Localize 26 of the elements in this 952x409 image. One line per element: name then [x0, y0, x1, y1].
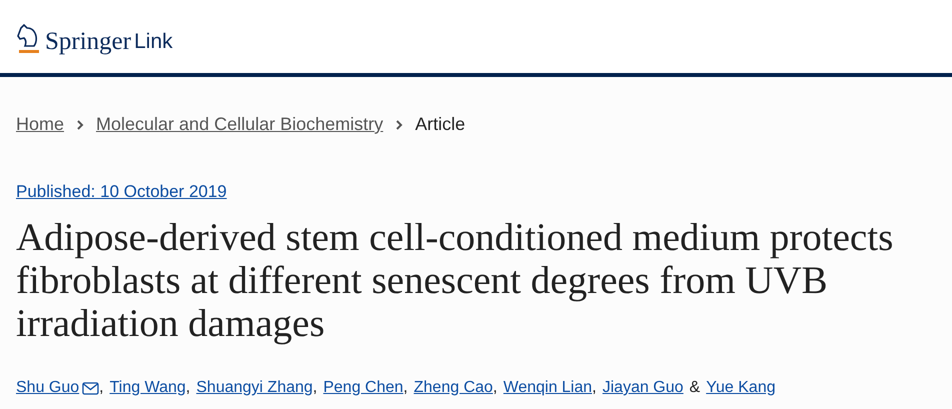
logo-wordmark[interactable]: Springer — [45, 28, 132, 54]
author-link[interactable]: Jiayan Guo — [602, 379, 684, 397]
author-link[interactable]: Peng Chen — [323, 379, 404, 397]
breadcrumb-link[interactable]: Home — [16, 114, 64, 135]
horse-head-icon[interactable] — [17, 24, 39, 54]
author-link[interactable]: Shuangyi Zhang — [196, 379, 313, 397]
logo-suffix[interactable]: Link — [134, 30, 173, 54]
separator: & — [689, 379, 700, 397]
author-link[interactable]: Ting Wang — [110, 379, 186, 397]
author-link[interactable]: Zheng Cao — [414, 379, 493, 397]
breadcrumb-current: Article — [415, 114, 466, 135]
article-title: Adipose-derived stem cell-conditioned medium protects fibroblasts at different senescent degrees from UVB irradiation damages — [16, 216, 894, 345]
separator: , — [592, 379, 596, 397]
chevron-icon — [76, 120, 84, 130]
separator: , — [403, 379, 408, 397]
breadcrumb-link[interactable]: Molecular and Cellular Biochemistry — [96, 114, 384, 135]
envelope-icon[interactable] — [82, 382, 100, 394]
separator: , — [492, 379, 498, 397]
separator: , — [312, 379, 318, 397]
chevron-icon — [395, 120, 404, 130]
author-link[interactable]: Wenqin Lian — [503, 379, 592, 397]
author-link[interactable]: Shu Guo — [16, 379, 80, 397]
author-link[interactable]: Yue Kang — [706, 379, 776, 397]
published-date-link[interactable]: Published: 10 October 2019 — [16, 182, 227, 202]
separator: , — [186, 379, 190, 397]
separator: , — [99, 379, 104, 397]
